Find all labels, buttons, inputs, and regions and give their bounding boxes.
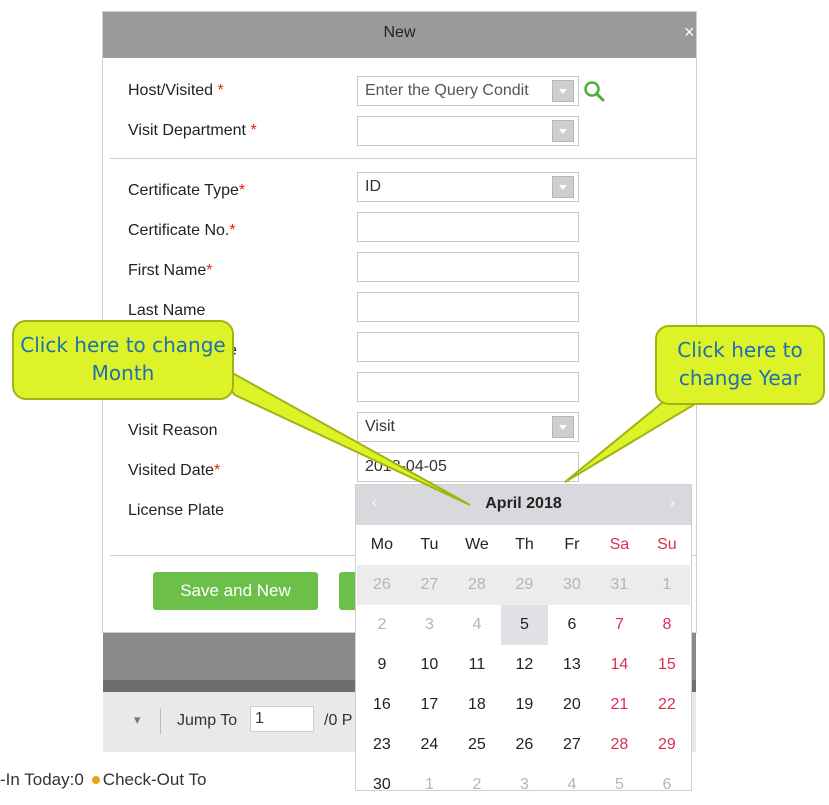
change-month-callout: Click here to change Month — [12, 320, 234, 400]
month-callout-pointer — [199, 354, 471, 506]
change-year-callout: Click here to change Year — [655, 325, 825, 405]
